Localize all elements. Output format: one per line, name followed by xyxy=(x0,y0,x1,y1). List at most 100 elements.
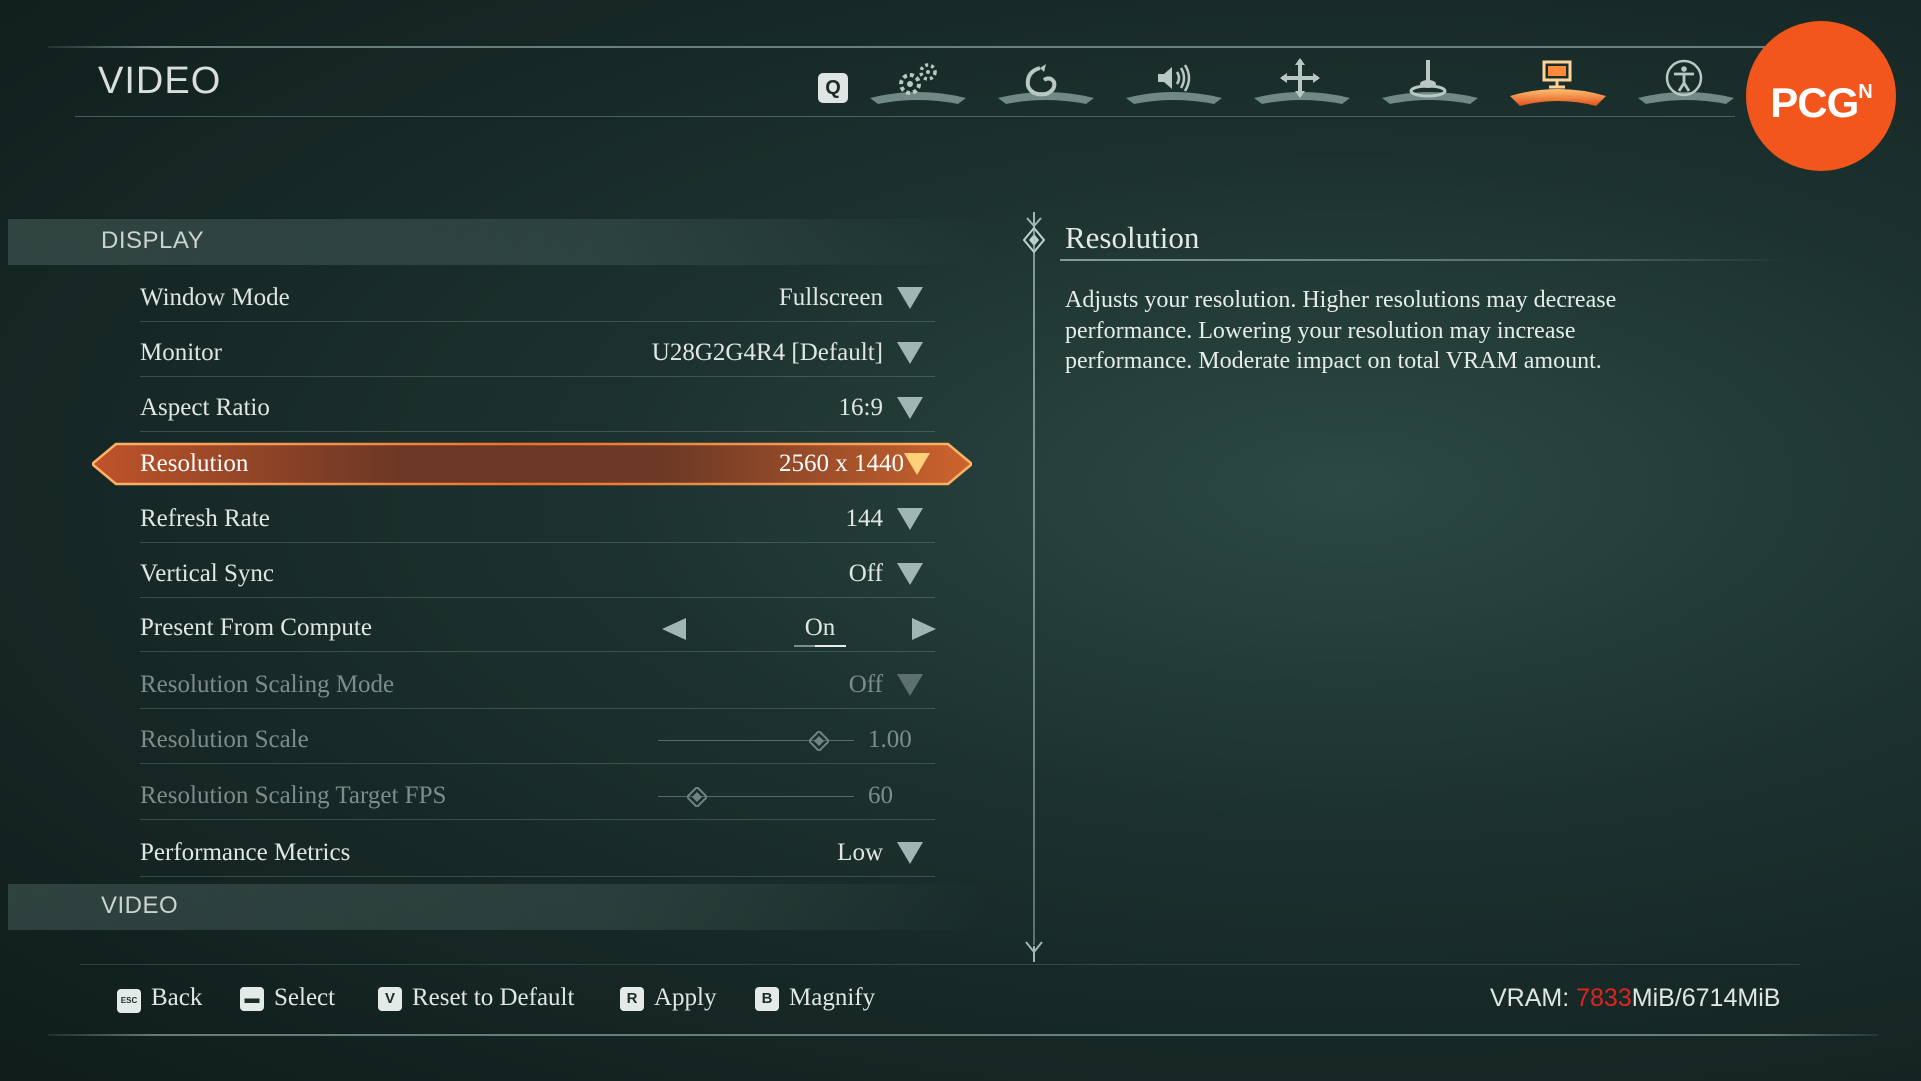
setting-label: Resolution Scaling Target FPS xyxy=(140,782,447,809)
space-key-icon: ▬ xyxy=(240,987,264,1011)
setting-value: 144 xyxy=(845,505,884,532)
section-title-video: VIDEO xyxy=(101,892,179,919)
description-title: Resolution xyxy=(1065,220,1200,255)
tab-general[interactable] xyxy=(868,56,968,108)
gears-icon xyxy=(870,63,966,104)
chevron-down-icon[interactable] xyxy=(897,508,923,530)
b-key-icon: B xyxy=(755,987,779,1011)
move-cross-icon xyxy=(1254,58,1350,104)
chevron-down-icon xyxy=(897,674,923,696)
chevron-down-icon[interactable] xyxy=(904,453,930,475)
hint-back[interactable]: ESC Back xyxy=(117,984,202,1013)
setting-label: Refresh Rate xyxy=(140,505,270,532)
tab-gameplay[interactable] xyxy=(996,56,1096,108)
pcgn-logo-text: PCG xyxy=(1770,79,1859,126)
panel-divider xyxy=(1033,225,1035,945)
q-key-hint: Q xyxy=(818,73,848,103)
setting-present-from-compute[interactable]: Present From Compute On xyxy=(140,604,936,652)
pcgn-logo-sup: N xyxy=(1858,81,1872,103)
row-divider xyxy=(140,542,935,543)
tab-accessibility[interactable] xyxy=(1636,56,1736,108)
top-frame-line xyxy=(48,46,1878,48)
setting-resolution-scaling-target-fps: Resolution Scaling Target FPS 60 xyxy=(140,772,935,820)
speaker-icon xyxy=(1126,64,1222,104)
monitor-icon xyxy=(1510,60,1606,106)
setting-label: Vertical Sync xyxy=(140,560,274,587)
header-underline xyxy=(75,116,1735,117)
setting-resolution-scale: Resolution Scale 1.00 xyxy=(140,716,935,764)
row-divider xyxy=(140,321,935,322)
setting-label: Aspect Ratio xyxy=(140,394,270,421)
setting-label: Resolution Scaling Mode xyxy=(140,671,395,698)
setting-monitor[interactable]: Monitor U28G2G4R4 [Default] xyxy=(140,329,935,377)
accessibility-icon xyxy=(1638,59,1734,104)
setting-value: U28G2G4R4 [Default] xyxy=(651,339,883,366)
pcgn-logo: PCGN xyxy=(1746,21,1896,171)
v-key-icon: V xyxy=(378,987,402,1011)
hint-select[interactable]: ▬ Select xyxy=(240,984,335,1012)
r-key-icon: R xyxy=(620,987,644,1011)
setting-value: Off xyxy=(848,560,883,587)
setting-value: 16:9 xyxy=(838,394,883,421)
hint-label: Select xyxy=(274,984,336,1011)
tab-controls[interactable] xyxy=(1252,56,1352,108)
setting-window-mode[interactable]: Window Mode Fullscreen xyxy=(140,274,935,322)
hint-label: Reset to Default xyxy=(412,984,575,1011)
section-header-video[interactable]: VIDEO xyxy=(8,884,988,930)
toggle-value: On xyxy=(780,614,860,647)
page-title: VIDEO xyxy=(98,60,222,102)
hint-label: Back xyxy=(151,984,203,1011)
setting-label: Monitor xyxy=(140,339,222,366)
arrow-left-icon[interactable] xyxy=(662,618,686,640)
description-body: Adjusts your resolution. Higher resoluti… xyxy=(1065,287,1617,374)
setting-value: Off xyxy=(848,671,883,698)
slider-handle xyxy=(808,731,829,751)
esc-key-icon: ESC xyxy=(117,989,141,1013)
setting-value: Low xyxy=(837,839,883,866)
row-divider xyxy=(140,763,935,764)
chevron-down-icon[interactable] xyxy=(897,397,923,419)
vram-label: VRAM: xyxy=(1490,984,1577,1012)
setting-vertical-sync[interactable]: Vertical Sync Off xyxy=(140,550,935,598)
hint-label: Magnify xyxy=(789,984,876,1011)
chevron-down-icon[interactable] xyxy=(897,842,923,864)
setting-refresh-rate[interactable]: Refresh Rate 144 xyxy=(140,495,935,543)
tab-audio[interactable] xyxy=(1124,56,1224,108)
setting-label: Performance Metrics xyxy=(140,839,351,866)
chevron-down-icon[interactable] xyxy=(897,342,923,364)
spiral-icon xyxy=(998,64,1094,104)
row-divider xyxy=(140,708,935,709)
setting-label: Present From Compute xyxy=(140,614,372,641)
slider-value: 60 xyxy=(868,782,893,809)
row-divider xyxy=(140,876,935,877)
joystick-icon xyxy=(1382,60,1478,104)
slider-value: 1.00 xyxy=(868,726,912,753)
arrow-right-icon[interactable] xyxy=(912,618,936,640)
section-title-display: DISPLAY xyxy=(101,227,205,254)
description-rule xyxy=(1060,259,1790,261)
hint-apply[interactable]: R Apply xyxy=(620,984,717,1012)
footer-divider xyxy=(80,964,1800,965)
hint-reset-to-default[interactable]: V Reset to Default xyxy=(378,984,574,1012)
chevron-down-icon[interactable] xyxy=(897,287,923,309)
tab-controller[interactable] xyxy=(1380,56,1480,108)
vram-readout: VRAM: 7833MiB/6714MiB xyxy=(1490,984,1780,1013)
tab-video[interactable] xyxy=(1508,56,1608,108)
chevron-down-icon[interactable] xyxy=(897,563,923,585)
setting-value: 2560 x 1440 xyxy=(779,450,904,477)
hint-label: Apply xyxy=(654,984,717,1011)
row-divider xyxy=(140,819,935,820)
setting-performance-metrics[interactable]: Performance Metrics Low xyxy=(140,829,935,877)
bottom-frame-line xyxy=(48,1034,1878,1036)
setting-label: Resolution xyxy=(140,450,249,477)
vram-used: 7833 xyxy=(1576,984,1632,1012)
setting-resolution-selected[interactable]: Resolution 2560 x 1440 xyxy=(92,440,972,488)
setting-aspect-ratio[interactable]: Aspect Ratio 16:9 xyxy=(140,384,935,432)
row-divider xyxy=(140,376,935,377)
slider-handle xyxy=(687,787,708,807)
row-divider xyxy=(140,651,935,652)
setting-resolution-scaling-mode: Resolution Scaling Mode Off xyxy=(140,661,935,709)
row-divider xyxy=(140,431,935,432)
setting-value: Fullscreen xyxy=(778,284,883,311)
hint-magnify[interactable]: B Magnify xyxy=(755,984,875,1012)
